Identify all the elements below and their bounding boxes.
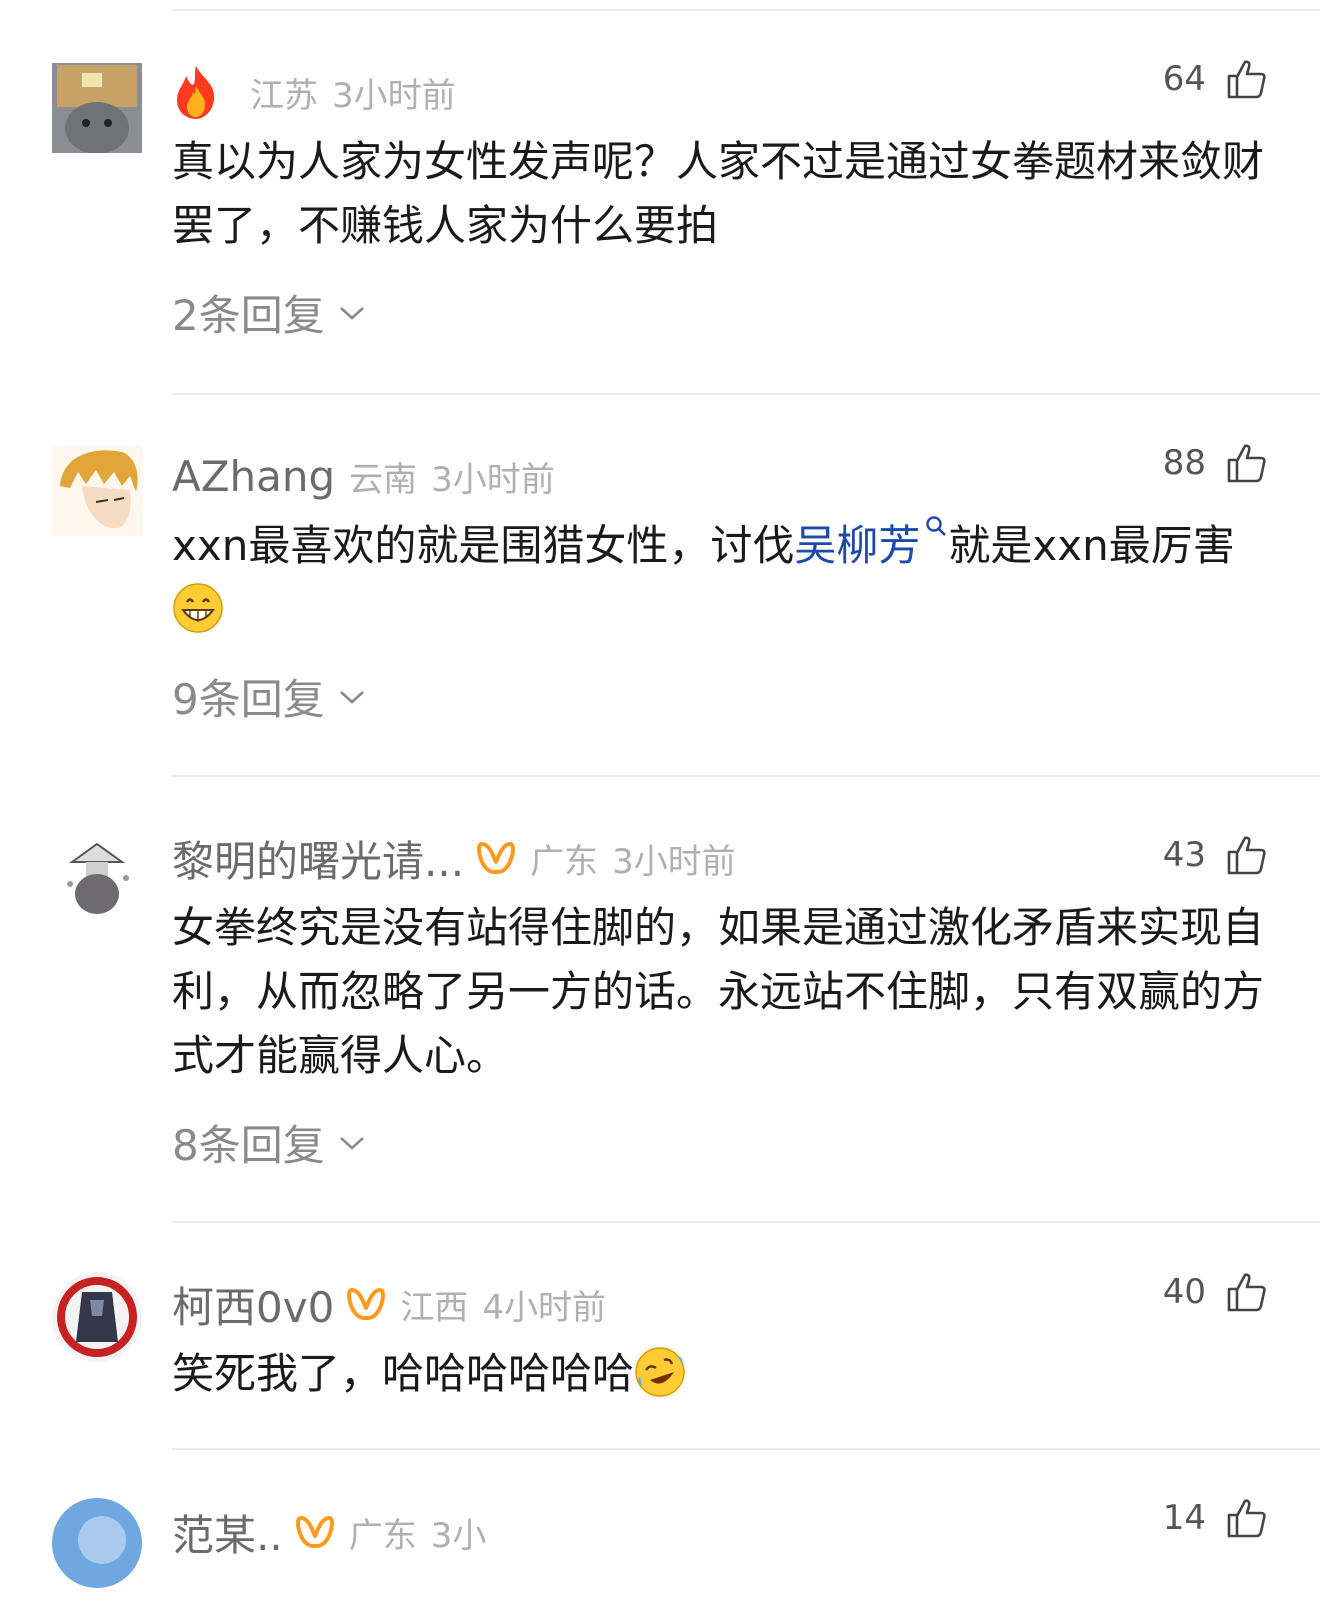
- thumbs-up-icon: [1227, 1499, 1266, 1538]
- comment-header: 柯西0v0 江西 4小时前: [172, 1274, 1320, 1334]
- comment-header: AZhang 云南 3小时前: [172, 446, 1320, 506]
- timestamp: 4小时前: [482, 1287, 606, 1328]
- like-button[interactable]: 43: [1163, 834, 1268, 876]
- timestamp: 3小时前: [332, 75, 456, 116]
- location-label: 广东: [348, 1515, 417, 1556]
- divider: [172, 9, 1320, 11]
- topic-link[interactable]: 吴柳芳: [794, 521, 920, 570]
- avatar[interactable]: [52, 832, 142, 922]
- fade-overlay: [420, 1578, 840, 1613]
- comment-text: 女拳终究是没有站得住脚的，如果是通过激化矛盾来实现自利，从而忽略了另一方的话。永…: [172, 903, 1265, 1080]
- like-button[interactable]: 40: [1163, 1271, 1268, 1313]
- thumbs-up-icon: [1227, 836, 1266, 875]
- comment-text: 真以为人家为女性发声呢？人家不过是通过女拳题材来敛财罢了，不赚钱人家为什么要拍: [172, 137, 1265, 250]
- vip-icon: [295, 1516, 334, 1548]
- like-button[interactable]: 14: [1163, 1497, 1268, 1539]
- comment-text-part: 笑死我了，哈哈哈哈哈哈: [172, 1349, 635, 1398]
- replies-label: 2条回复: [172, 291, 325, 340]
- thumbs-up-icon: [1227, 60, 1266, 99]
- vip-icon: [347, 1288, 386, 1320]
- like-button[interactable]: 88: [1163, 442, 1268, 484]
- comment-text: xxn最喜欢的就是围猎女性，讨伐吴柳芳 就是xxn最厉害: [172, 514, 1272, 642]
- comment-header: 江苏 3小时前: [172, 62, 1320, 122]
- comment-text-part: xxn最喜欢的就是围猎女性，讨伐: [172, 521, 795, 570]
- replies-toggle[interactable]: 9条回复: [172, 666, 365, 727]
- like-button[interactable]: 64: [1163, 58, 1268, 100]
- avatar[interactable]: [52, 63, 142, 153]
- location-label: 江西: [400, 1287, 469, 1328]
- divider: [172, 1221, 1320, 1223]
- location-label: 云南: [349, 459, 418, 500]
- timestamp: 3小时前: [612, 841, 736, 882]
- divider: [172, 775, 1320, 777]
- chevron-down-icon: [339, 1136, 364, 1150]
- thumbs-up-icon: [1227, 1273, 1266, 1312]
- avatar[interactable]: [52, 1272, 142, 1362]
- comment-text-part: 就是xxn最厉害: [948, 521, 1235, 570]
- chevron-down-icon: [339, 306, 364, 320]
- comment-header: 黎明的曙光请... 广东 3小时前: [172, 828, 1320, 888]
- replies-toggle[interactable]: 8条回复: [172, 1112, 365, 1173]
- timestamp: 3小: [430, 1515, 487, 1556]
- username[interactable]: 柯西0v0: [172, 1274, 334, 1335]
- search-icon: [926, 516, 947, 536]
- chevron-down-icon: [339, 690, 364, 704]
- username[interactable]: 黎明的曙光请...: [172, 828, 464, 889]
- location-label: 江苏: [250, 75, 318, 116]
- comment-text: 笑死我了，哈哈哈哈哈哈: [172, 1342, 1272, 1406]
- like-count: 40: [1162, 1272, 1206, 1312]
- grinning-face-icon: [173, 583, 223, 633]
- username[interactable]: 范某..: [172, 1502, 283, 1563]
- like-count: 88: [1162, 443, 1206, 483]
- thumbs-up-icon: [1227, 444, 1266, 483]
- rolling-laugh-icon: [635, 1347, 685, 1397]
- like-count: 43: [1162, 835, 1206, 875]
- timestamp: 3小时前: [431, 459, 555, 500]
- vip-icon: [477, 842, 516, 874]
- like-count: 14: [1162, 1498, 1206, 1538]
- avatar[interactable]: [52, 446, 142, 536]
- comment-header: 范某.. 广东 3小: [172, 1502, 1320, 1562]
- replies-label: 9条回复: [172, 675, 325, 724]
- replies-toggle[interactable]: 2条回复: [172, 282, 365, 343]
- replies-label: 8条回复: [172, 1121, 325, 1170]
- location-label: 广东: [530, 841, 599, 882]
- divider: [172, 1448, 1320, 1450]
- avatar[interactable]: [52, 1498, 142, 1613]
- fire-icon: [172, 64, 220, 120]
- like-count: 64: [1162, 59, 1206, 99]
- divider: [172, 393, 1320, 395]
- username[interactable]: AZhang: [172, 452, 335, 501]
